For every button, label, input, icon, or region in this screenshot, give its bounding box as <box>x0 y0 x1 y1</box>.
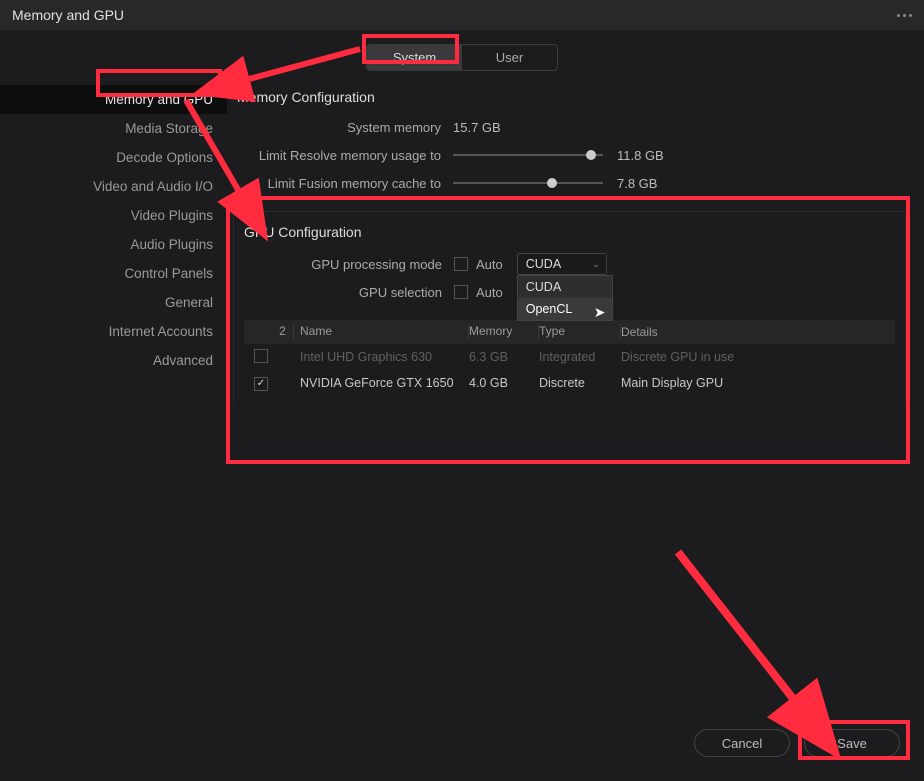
sidebar-item-media-storage[interactable]: Media Storage <box>0 114 227 143</box>
resolve-memory-value: 11.8 GB <box>617 148 664 163</box>
memory-section-title: Memory Configuration <box>233 81 906 113</box>
col-memory: Memory <box>469 324 539 340</box>
sidebar-item-audio-plugins[interactable]: Audio Plugins <box>0 230 227 259</box>
sidebar-item-video-audio-io[interactable]: Video and Audio I/O <box>0 172 227 201</box>
gpu-table-header: 2 Name Memory Type Details <box>244 320 895 344</box>
gpu-row-0-name: Intel UHD Graphics 630 <box>294 350 469 364</box>
gpu-row-1-checkbox[interactable]: ✓ <box>254 377 268 391</box>
gpu-row-0-memory: 6.3 GB <box>469 350 539 364</box>
tabs: System User <box>366 44 558 71</box>
gpu-row-1[interactable]: ✓ NVIDIA GeForce GTX 1650 4.0 GB Discret… <box>244 370 895 396</box>
gpu-row-1-type: Discrete <box>539 376 621 390</box>
tab-user[interactable]: User <box>462 45 557 70</box>
tab-system[interactable]: System <box>367 45 462 70</box>
sidebar-item-memory-gpu[interactable]: Memory and GPU <box>0 85 227 114</box>
gpu-mode-option-cuda[interactable]: CUDA <box>518 276 612 298</box>
gpu-row-0[interactable]: Intel UHD Graphics 630 6.3 GB Integrated… <box>244 344 895 370</box>
gpu-mode-auto-label: Auto <box>476 257 503 272</box>
chevron-down-icon: ⌄ <box>592 259 600 270</box>
gpu-mode-value: CUDA <box>526 257 561 271</box>
sidebar-item-decode-options[interactable]: Decode Options <box>0 143 227 172</box>
gpu-mode-dropdown[interactable]: CUDA ⌄ CUDA OpenCL ➤ <box>517 253 607 275</box>
gpu-row-1-name: NVIDIA GeForce GTX 1650 <box>294 376 469 390</box>
resolve-memory-label: Limit Resolve memory usage to <box>233 148 453 163</box>
gpu-selection-label: GPU selection <box>234 285 454 300</box>
gpu-row-1-memory: 4.0 GB <box>469 376 539 390</box>
gpu-table: 2 Name Memory Type Details Intel UHD Gra… <box>244 320 895 396</box>
system-memory-value: 15.7 GB <box>453 120 501 135</box>
sidebar-item-advanced[interactable]: Advanced <box>0 346 227 375</box>
gpu-mode-auto-checkbox[interactable] <box>454 257 468 271</box>
titlebar: Memory and GPU <box>0 0 924 30</box>
gpu-mode-option-opencl[interactable]: OpenCL <box>518 298 612 320</box>
gpu-selection-auto-checkbox[interactable] <box>454 285 468 299</box>
col-name: Name <box>294 324 469 340</box>
system-memory-label: System memory <box>233 120 453 135</box>
col-type: Type <box>539 324 621 340</box>
cancel-button[interactable]: Cancel <box>694 729 790 757</box>
gpu-section-title: GPU Configuration <box>234 212 905 250</box>
sidebar-item-control-panels[interactable]: Control Panels <box>0 259 227 288</box>
window-title: Memory and GPU <box>12 7 124 23</box>
gpu-mode-menu: CUDA OpenCL ➤ <box>517 275 613 321</box>
window-menu-dots[interactable] <box>897 14 912 17</box>
fusion-memory-slider[interactable] <box>453 182 603 184</box>
gpu-row-0-details: Discrete GPU in use <box>621 350 895 364</box>
sidebar: Memory and GPU Media Storage Decode Opti… <box>0 81 227 405</box>
save-button[interactable]: Save <box>804 729 900 757</box>
sidebar-item-internet-accounts[interactable]: Internet Accounts <box>0 317 227 346</box>
fusion-memory-value: 7.8 GB <box>617 176 657 191</box>
resolve-memory-slider[interactable] <box>453 154 603 156</box>
col-details: Details <box>621 325 895 339</box>
gpu-count: 2 <box>272 324 294 340</box>
fusion-memory-label: Limit Fusion memory cache to <box>233 176 453 191</box>
gpu-mode-label: GPU processing mode <box>234 257 454 272</box>
gpu-row-0-checkbox[interactable] <box>254 349 268 363</box>
sidebar-item-video-plugins[interactable]: Video Plugins <box>0 201 227 230</box>
gpu-row-0-type: Integrated <box>539 350 621 364</box>
gpu-row-1-details: Main Display GPU <box>621 376 895 390</box>
sidebar-item-general[interactable]: General <box>0 288 227 317</box>
gpu-selection-auto-label: Auto <box>476 285 503 300</box>
